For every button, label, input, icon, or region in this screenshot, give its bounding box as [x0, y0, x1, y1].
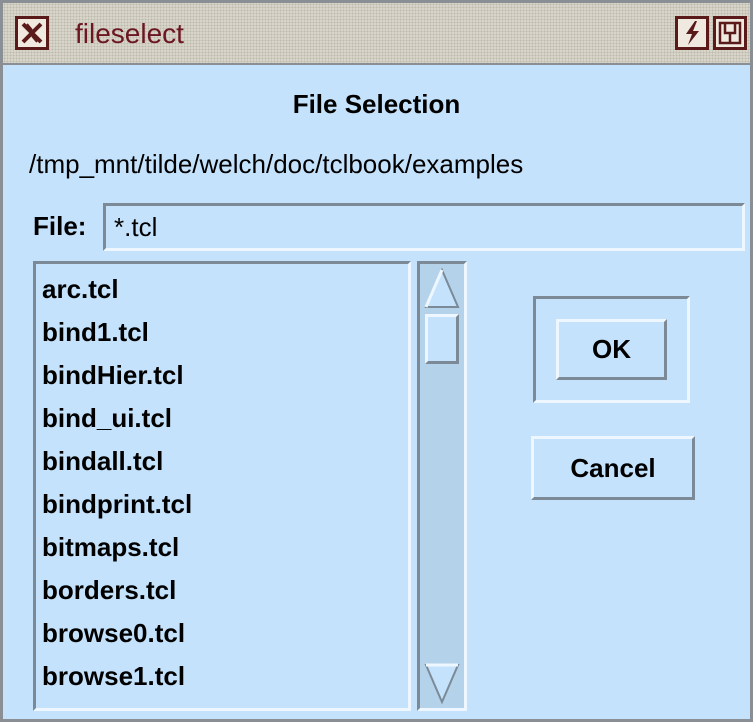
default-button-frame: OK [533, 296, 690, 403]
file-label: File: [33, 211, 87, 241]
list-item[interactable]: arc.tcl [42, 268, 192, 311]
dialog-heading: File Selection [292, 89, 461, 119]
vertical-scrollbar[interactable] [417, 261, 467, 711]
scroll-thumb[interactable] [425, 314, 459, 364]
lightning-icon [686, 21, 699, 45]
maximize-button[interactable] [713, 16, 747, 50]
list-item[interactable]: borders.tcl [42, 569, 192, 612]
file-listbox[interactable]: arc.tcl bind1.tcl bindHier.tcl bind_ui.t… [33, 261, 411, 711]
list-item[interactable]: bind_ui.tcl [42, 397, 192, 440]
scroll-up-arrow-icon[interactable] [424, 267, 460, 311]
list-item[interactable]: browse0.tcl [42, 612, 192, 655]
list-item[interactable]: bindall.tcl [42, 440, 192, 483]
maximize-icon [718, 21, 742, 45]
cancel-button[interactable]: Cancel [531, 436, 695, 500]
list-item[interactable]: bindHier.tcl [42, 354, 192, 397]
list-item[interactable]: bindprint.tcl [42, 483, 192, 526]
window-menu-button[interactable] [15, 16, 49, 50]
close-x-icon [21, 22, 43, 44]
fileselect-window: fileselect File Selection /tmp_mnt/tilde… [0, 0, 753, 722]
file-list: arc.tcl bind1.tcl bindHier.tcl bind_ui.t… [42, 268, 192, 698]
directory-path: /tmp_mnt/tilde/welch/doc/tclbook/example… [29, 149, 524, 179]
ok-button[interactable]: OK [556, 319, 667, 380]
file-filter-input[interactable] [103, 203, 745, 251]
title-bar[interactable]: fileselect [3, 3, 750, 65]
list-item[interactable]: bitmaps.tcl [42, 526, 192, 569]
list-item[interactable]: bind1.tcl [42, 311, 192, 354]
iconify-button[interactable] [675, 16, 709, 50]
scroll-down-arrow-icon[interactable] [424, 661, 460, 705]
list-item[interactable]: browse1.tcl [42, 655, 192, 698]
window-title: fileselect [75, 18, 184, 49]
